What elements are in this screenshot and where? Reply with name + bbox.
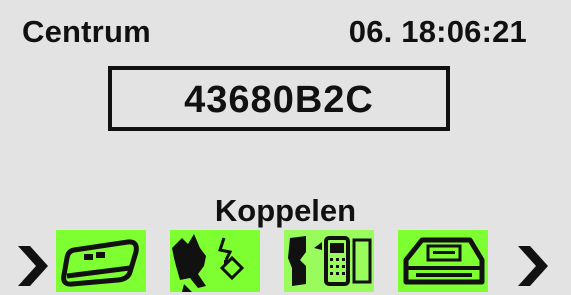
right-chevron-icon — [518, 246, 548, 286]
printer-icon[interactable] — [398, 230, 488, 292]
id-display-box: 43680B2C — [108, 66, 450, 131]
hub-device-icon[interactable] — [56, 230, 146, 292]
hub-device-graphic — [61, 239, 139, 287]
left-chevron-icon — [18, 246, 48, 286]
status-bar: Centrum 06. 18:06:21 — [0, 8, 571, 58]
datetime-label: 06. 18:06:21 — [348, 14, 527, 49]
printer-graphic — [403, 237, 485, 285]
pigeon-phone-icon[interactable] — [284, 230, 374, 292]
id-code: 43680B2C — [184, 78, 374, 121]
pigeon-pair-graphic — [172, 234, 245, 292]
icon-menu — [0, 230, 571, 295]
scroll-right-arrow-icon[interactable] — [518, 246, 552, 286]
pigeon-pair-icon[interactable] — [170, 230, 260, 292]
scroll-left-arrow-icon[interactable] — [18, 246, 52, 286]
mode-title: Koppelen — [214, 193, 357, 228]
location-label: Centrum — [22, 14, 151, 49]
pigeon-phone-graphic — [284, 230, 374, 292]
device-screen: Centrum 06. 18:06:21 43680B2C Koppelen — [0, 0, 571, 295]
